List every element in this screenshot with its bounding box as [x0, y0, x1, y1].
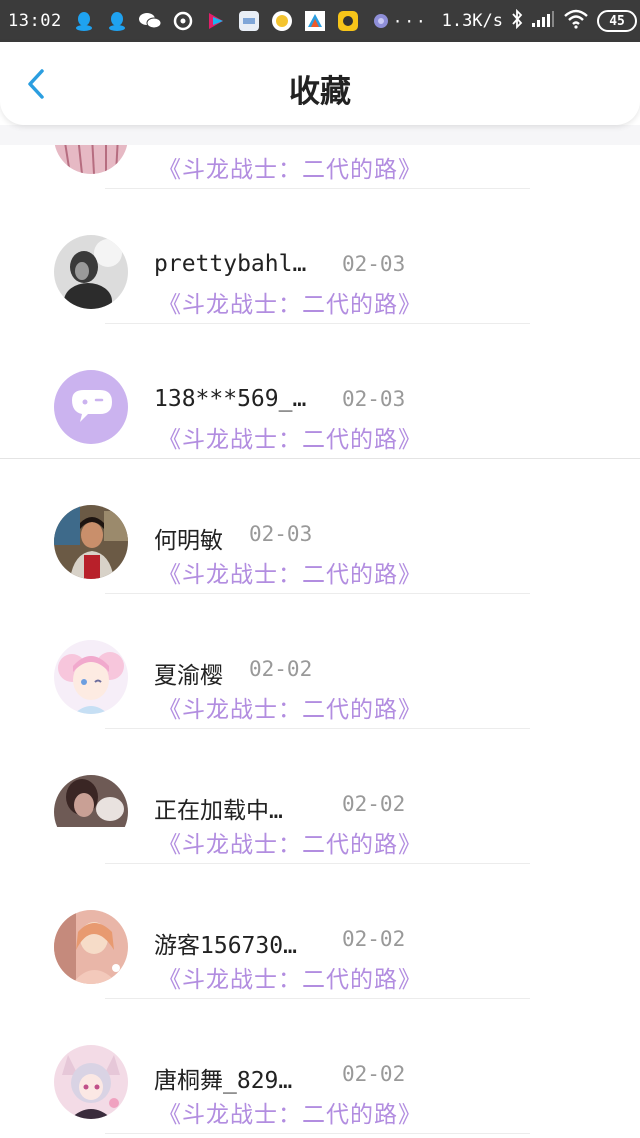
notification-icons [72, 10, 393, 32]
list-item[interactable]: 何明敏 02-03 《斗龙战士：二代的路》 [0, 459, 640, 594]
youku-icon [204, 10, 228, 32]
avatar [54, 235, 128, 309]
bluetooth-icon [511, 8, 523, 34]
nav-header: 收藏 [0, 42, 640, 125]
more-notifications-indicator: ··· [392, 11, 428, 31]
header-shadow-band [0, 125, 640, 145]
favorite-date: 02-03 [249, 522, 313, 546]
favorites-list: 《斗龙战士：二代的路》 prettybahl… 02-03 《斗龙战士：二代的路… [0, 54, 640, 1134]
favorite-date: 02-02 [249, 657, 313, 681]
avatar [54, 1045, 128, 1119]
wechat-icon [138, 10, 162, 32]
work-title[interactable]: 《斗龙战士：二代的路》 [158, 285, 422, 319]
list-item[interactable]: 游客156730… 02-02 《斗龙战士：二代的路》 [0, 864, 640, 999]
app-icon [336, 10, 360, 32]
music-icon [171, 10, 195, 32]
user-name: 正在加载中… [154, 798, 283, 824]
work-title[interactable]: 《斗龙战士：二代的路》 [158, 960, 422, 994]
page-title: 收藏 [289, 74, 351, 110]
avatar [54, 775, 128, 849]
list-item[interactable]: 唐桐舞_829… 02-02 《斗龙战士：二代的路》 [0, 999, 640, 1134]
work-title[interactable]: 《斗龙战士：二代的路》 [158, 1095, 422, 1129]
app-icon [237, 10, 261, 32]
work-title[interactable]: 《斗龙战士：二代的路》 [158, 825, 422, 859]
list-item[interactable]: 正在加载中… 02-02 《斗龙战士：二代的路》 [0, 729, 640, 864]
avatar [54, 910, 128, 984]
avatar [54, 505, 128, 579]
user-name: 何明敏 [154, 528, 223, 554]
wifi-icon [563, 9, 589, 34]
qq-icon [72, 10, 96, 32]
user-name: 游客156730… [154, 933, 297, 959]
work-title[interactable]: 《斗龙战士：二代的路》 [158, 420, 422, 454]
network-speed: 1.3K/s [441, 11, 504, 31]
system-indicators: ··· 1.3K/s 45 [392, 8, 638, 34]
favorite-date: 02-02 [342, 1062, 406, 1086]
user-name: 唐桐舞_829… [154, 1068, 293, 1094]
user-name: prettybahl… [154, 251, 307, 277]
status-time: 13:02 [8, 11, 62, 31]
status-bar: 13:02 ··· 1.3K/s 45 [0, 0, 640, 42]
avatar [54, 370, 128, 444]
work-title[interactable]: 《斗龙战士：二代的路》 [158, 690, 422, 724]
battery-indicator: 45 [597, 10, 638, 32]
app-icon [270, 10, 294, 32]
divider [105, 1133, 530, 1134]
work-title[interactable]: 《斗龙战士：二代的路》 [158, 555, 422, 589]
list-item[interactable]: prettybahl… 02-03 《斗龙战士：二代的路》 [0, 189, 640, 324]
list-item[interactable]: 夏渝樱 02-02 《斗龙战士：二代的路》 [0, 594, 640, 729]
favorite-date: 02-02 [342, 927, 406, 951]
favorite-date: 02-02 [342, 792, 406, 816]
qq-icon [105, 10, 129, 32]
avatar [54, 640, 128, 714]
signal-icon [531, 10, 555, 33]
user-name: 138***569_… [154, 386, 307, 412]
app-icon [369, 10, 393, 32]
work-title[interactable]: 《斗龙战士：二代的路》 [158, 150, 422, 184]
list-item[interactable]: 138***569_… 02-03 《斗龙战士：二代的路》 [0, 324, 640, 459]
app-icon [303, 10, 327, 32]
favorite-date: 02-03 [342, 387, 406, 411]
user-name: 夏渝樱 [154, 663, 223, 689]
favorite-date: 02-03 [342, 252, 406, 276]
